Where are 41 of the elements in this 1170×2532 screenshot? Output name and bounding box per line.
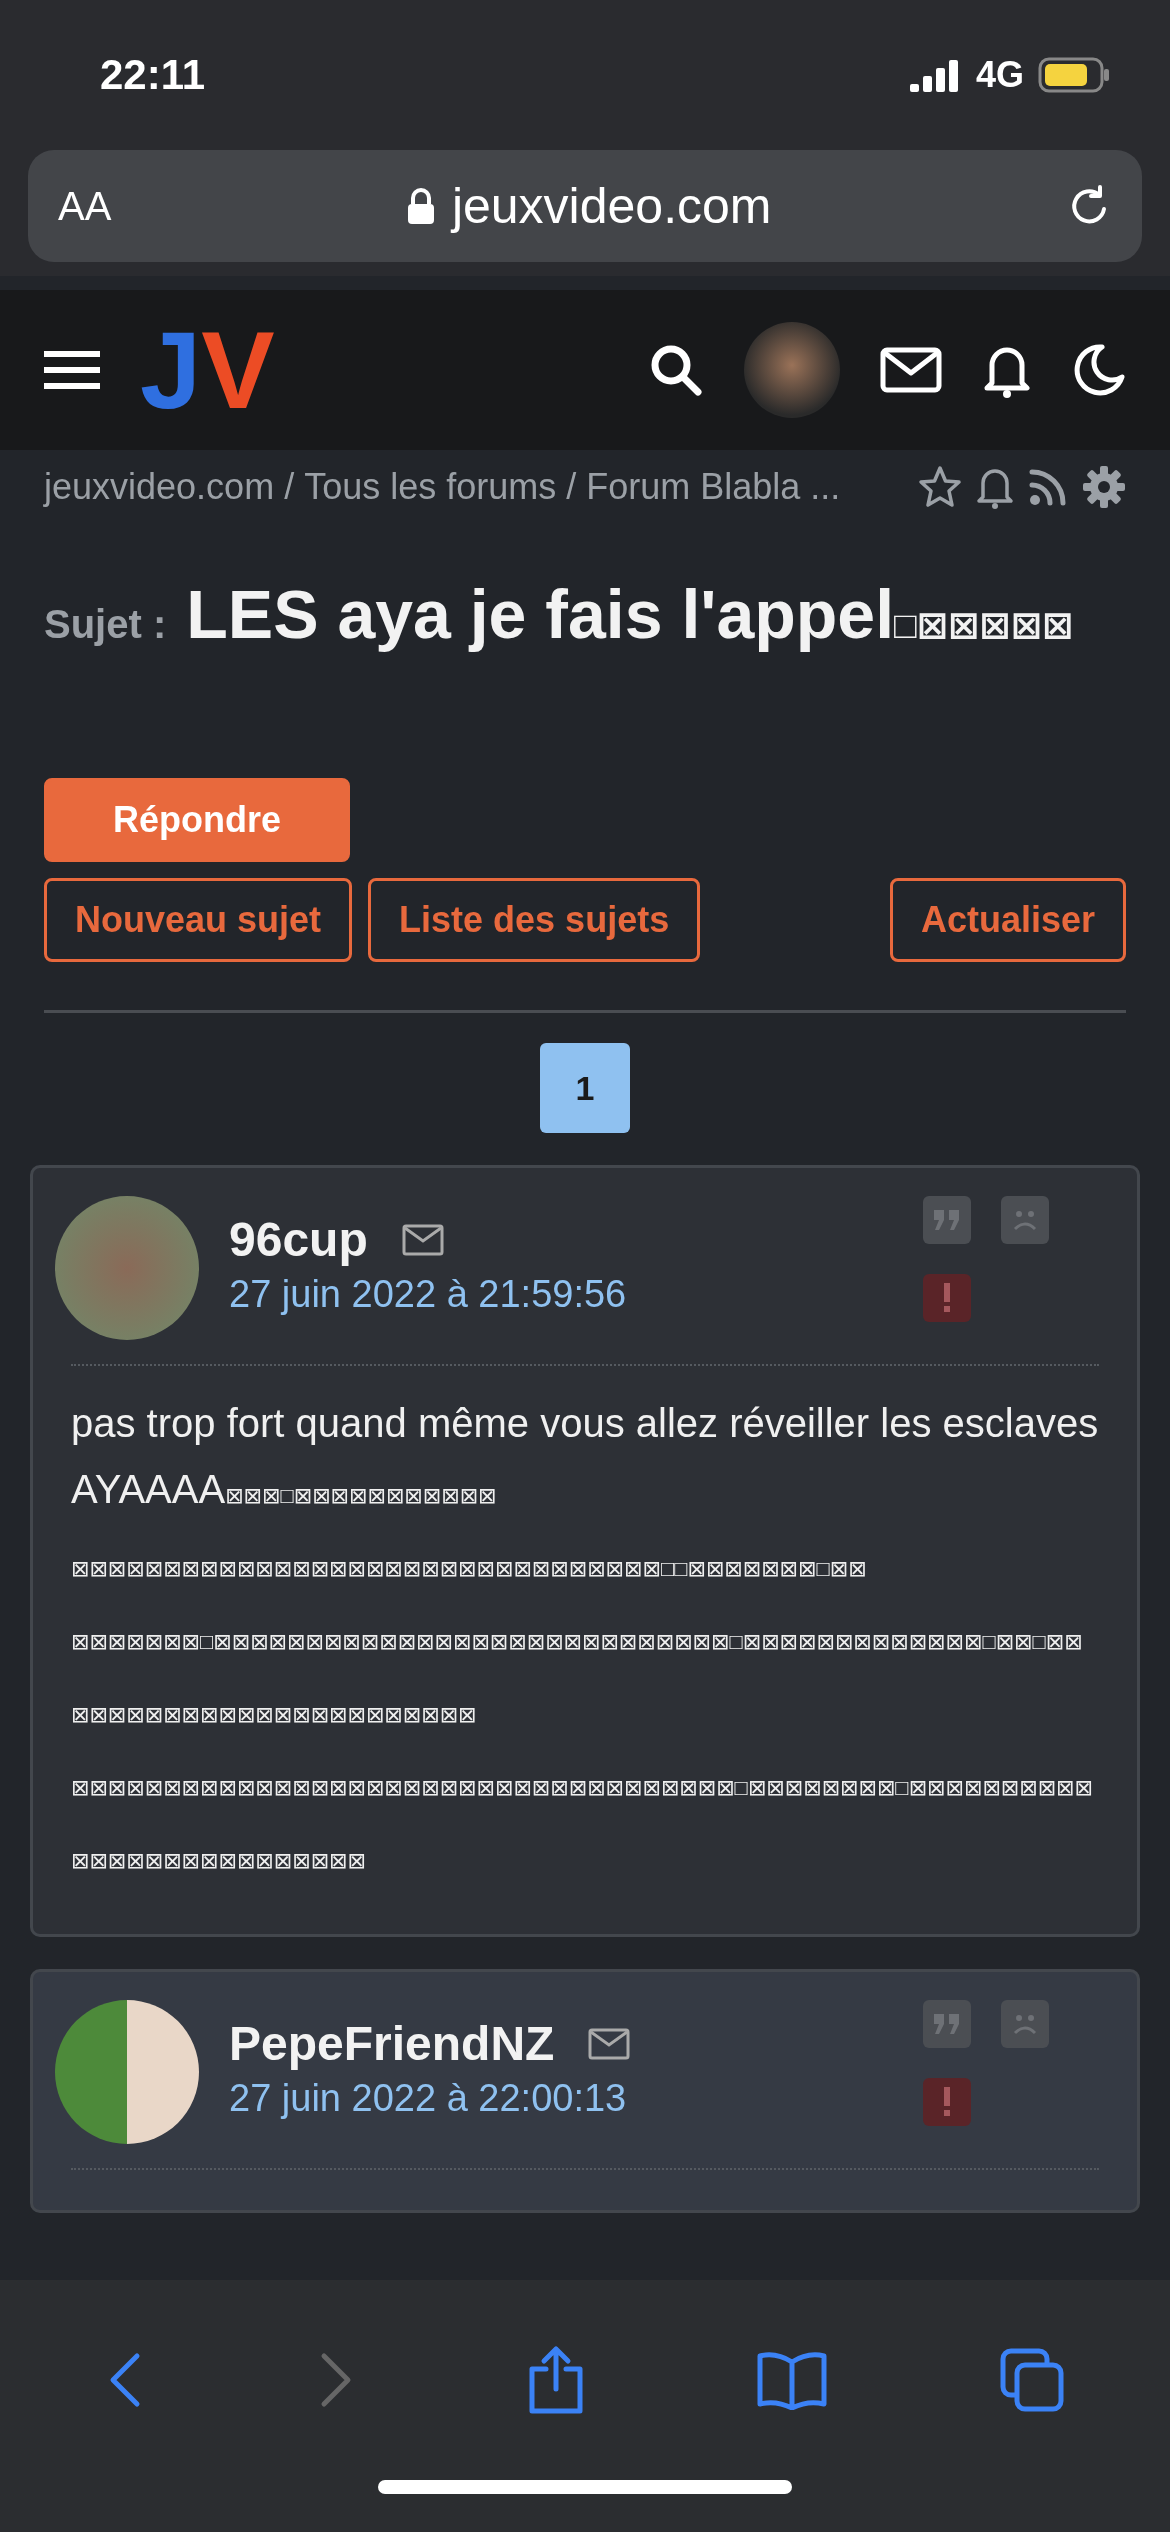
- star-icon[interactable]: [918, 465, 962, 509]
- topic-label: Sujet :: [44, 602, 167, 646]
- report-button[interactable]: [923, 2078, 971, 2127]
- url-text: jeuxvideo.com: [451, 177, 772, 235]
- exclamation-icon: [942, 2087, 952, 2118]
- site-logo[interactable]: JV: [140, 315, 275, 425]
- quote-icon: [932, 2012, 962, 2037]
- quote-icon: [932, 1208, 962, 1233]
- report-button[interactable]: [923, 1274, 971, 1323]
- breadcrumb-link[interactable]: Forum Blabla ...: [586, 466, 841, 508]
- mail-icon[interactable]: [401, 1223, 444, 1256]
- breadcrumb-link[interactable]: Tous les forums: [304, 466, 557, 508]
- sad-face-button[interactable]: [1001, 1196, 1049, 1245]
- exclamation-icon: [942, 1283, 952, 1314]
- address-bar[interactable]: AA jeuxvideo.com: [28, 150, 1142, 262]
- quote-button[interactable]: [923, 1196, 971, 1245]
- post-message: pas trop fort quand même vous allez réveiller les esclaves AYAAAA⊠⊠⊠□⊠⊠⊠⊠⊠⊠⊠⊠⊠⊠⊠ ⊠⊠⊠⊠⊠⊠⊠⊠⊠⊠⊠⊠⊠⊠⊠⊠⊠⊠⊠⊠⊠⊠⊠⊠⊠⊠⊠⊠⊠⊠⊠⊠□□⊠⊠⊠⊠⊠⊠⊠□⊠⊠ ⊠⊠⊠⊠⊠⊠⊠□⊠⊠⊠⊠⊠⊠⊠⊠⊠⊠⊠⊠⊠⊠⊠⊠⊠⊠⊠⊠⊠⊠⊠⊠⊠⊠⊠⊠□⊠⊠⊠⊠⊠⊠⊠⊠⊠⊠⊠⊠⊠□⊠⊠□⊠⊠⊠⊠⊠⊠⊠⊠⊠⊠⊠⊠⊠⊠⊠⊠⊠⊠⊠⊠⊠⊠⊠⊠ ⊠⊠⊠⊠⊠⊠⊠⊠⊠⊠⊠⊠⊠⊠⊠⊠⊠⊠⊠⊠⊠⊠⊠⊠⊠⊠⊠⊠⊠⊠⊠⊠⊠⊠⊠⊠□⊠⊠⊠⊠⊠⊠⊠⊠□⊠⊠⊠⊠⊠⊠⊠⊠⊠⊠⊠⊠⊠⊠⊠⊠⊠⊠⊠⊠⊠⊠⊠⊠⊠⊠: [71, 1400, 1099, 1876]
- topic-title: Sujet : LES aya je fais l'appel□⊠⊠⊠⊠⊠: [44, 575, 1075, 654]
- reply-button[interactable]: Répondre: [44, 778, 350, 863]
- page-number-button[interactable]: 1: [540, 1043, 630, 1134]
- breadcrumb-link[interactable]: jeuxvideo.com: [44, 466, 275, 508]
- breadcrumb-separator: /: [284, 466, 295, 508]
- author-name[interactable]: 96cup: [229, 1212, 368, 1268]
- post-date[interactable]: 27 juin 2022 à 22:00:13: [229, 2077, 631, 2121]
- moon-icon[interactable]: [1072, 343, 1126, 397]
- post-date[interactable]: 27 juin 2022 à 21:59:56: [229, 1273, 627, 1317]
- forum-action-button[interactable]: Nouveau sujet: [44, 878, 353, 963]
- forum-action-button[interactable]: Liste des sujets: [368, 878, 701, 963]
- lock-icon: [405, 186, 436, 226]
- breadcrumb-separator: /: [566, 466, 577, 508]
- battery-icon: [1038, 57, 1110, 93]
- bookmarks-button[interactable]: [756, 2350, 829, 2410]
- forum-action-button[interactable]: Actualiser: [889, 878, 1126, 963]
- settings-icon[interactable]: [1082, 465, 1126, 509]
- network-label: 4G: [975, 54, 1024, 96]
- menu-icon[interactable]: [44, 350, 100, 390]
- text-size-button[interactable]: AA: [58, 183, 112, 229]
- tabs-button[interactable]: [998, 2347, 1065, 2413]
- author-name[interactable]: PepeFriendNZ: [229, 2016, 555, 2072]
- rss-icon[interactable]: [1028, 467, 1068, 507]
- clock-time: 22:11: [100, 51, 206, 99]
